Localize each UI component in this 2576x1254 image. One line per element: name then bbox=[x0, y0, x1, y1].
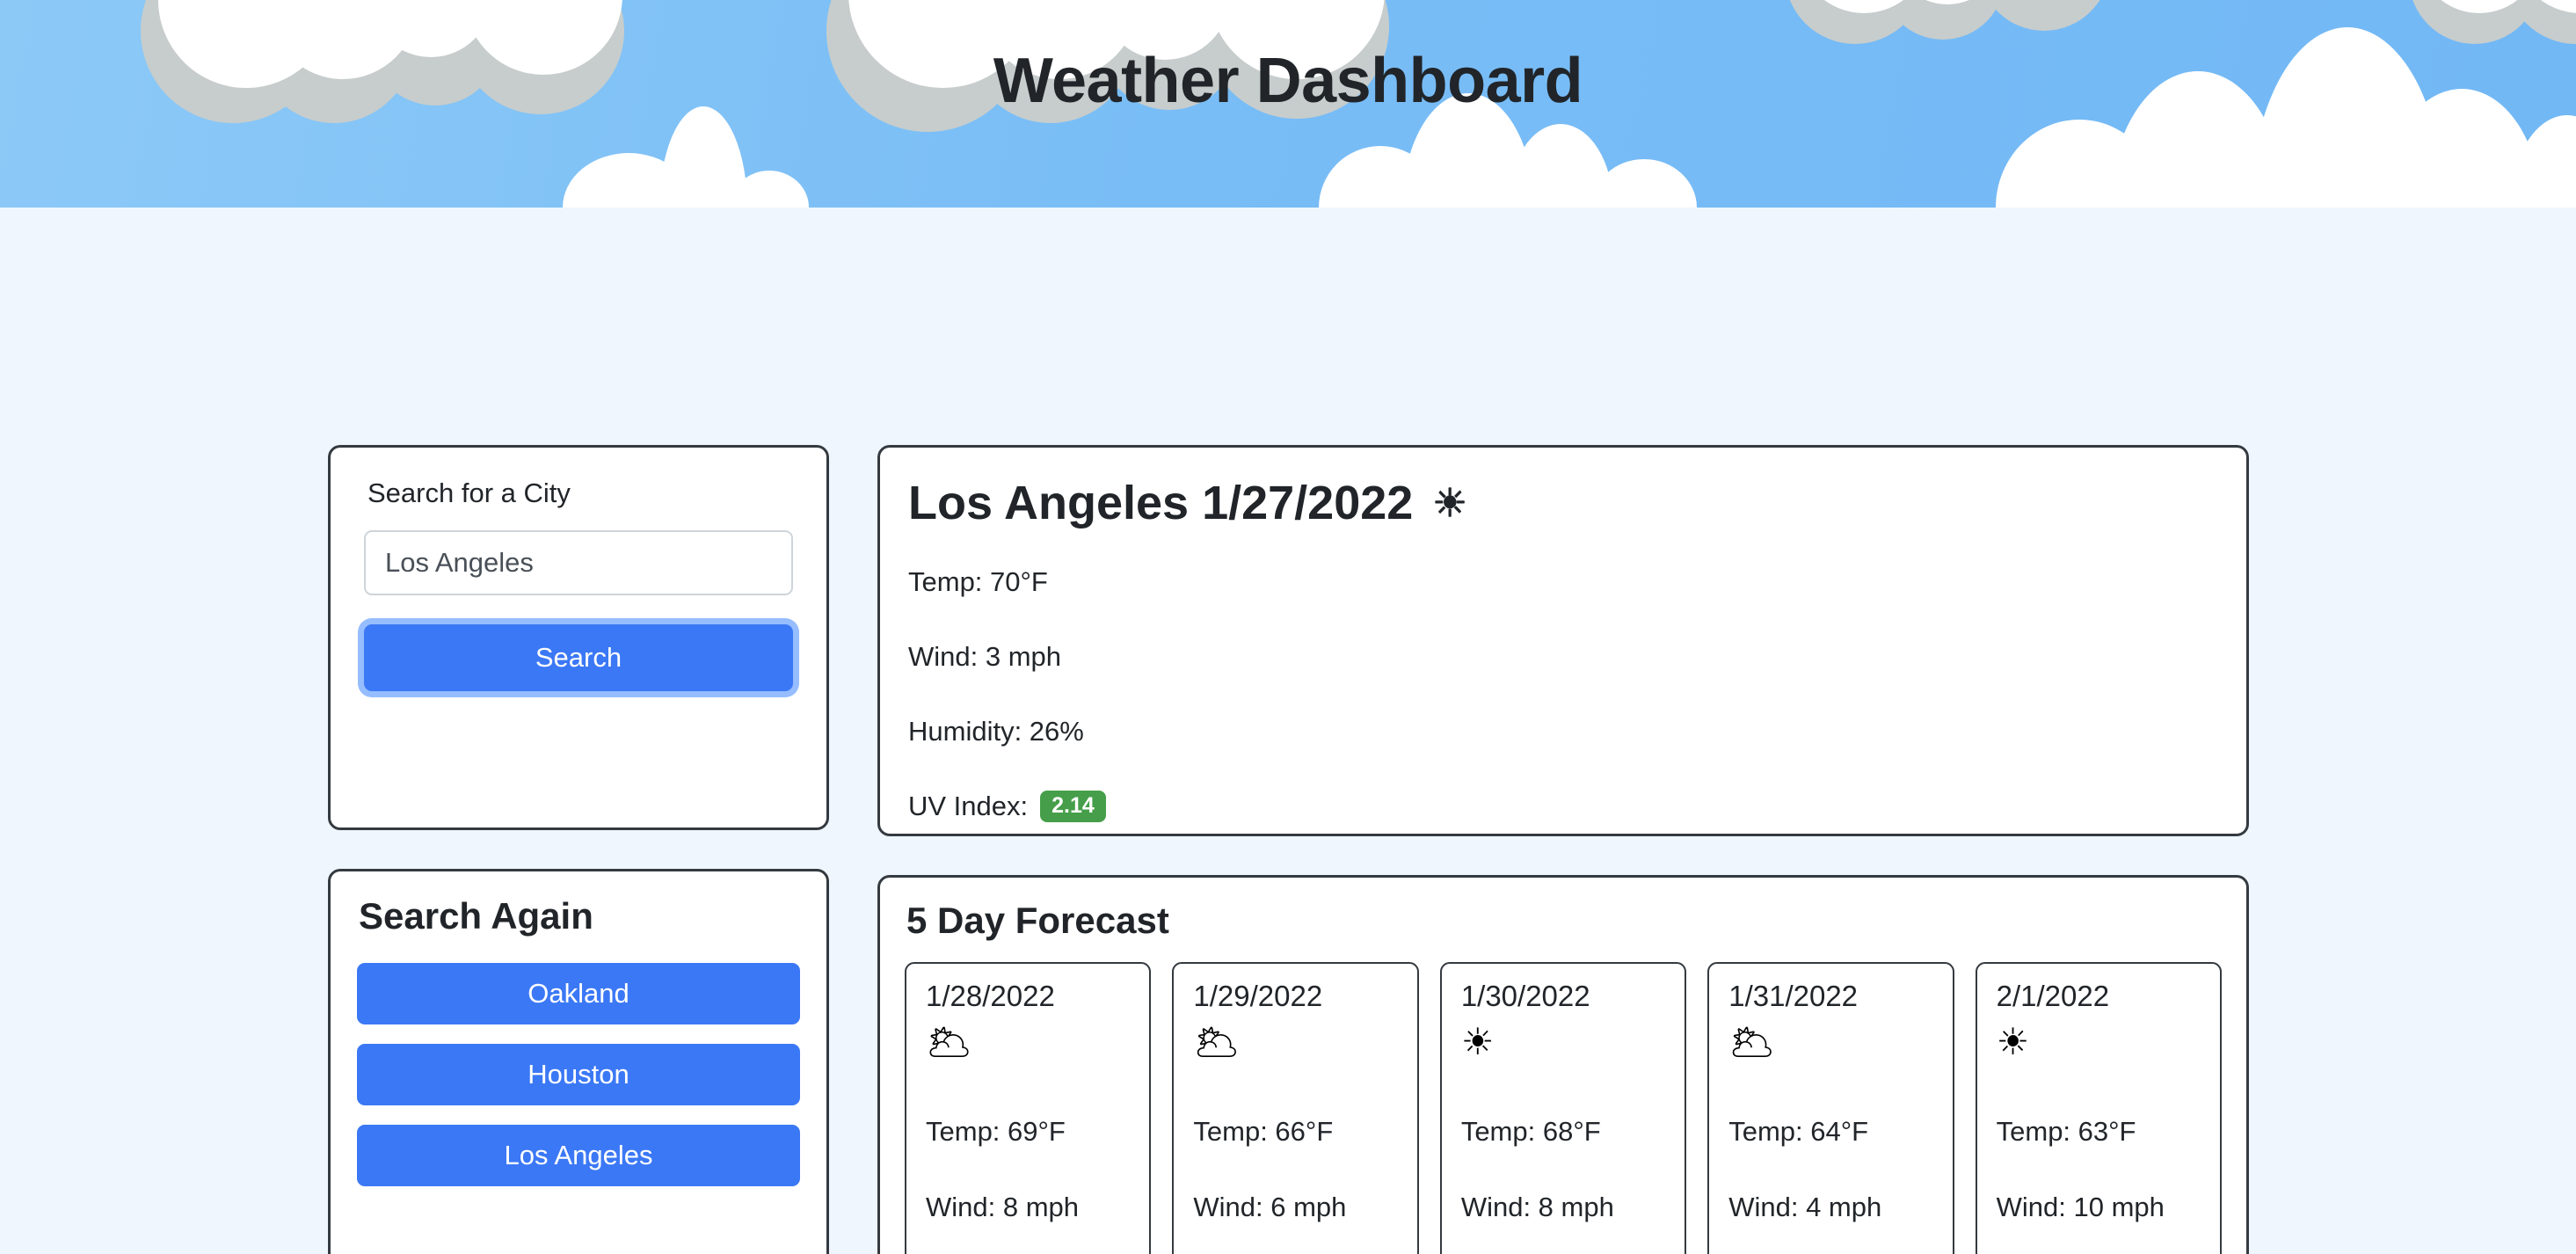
sun-icon: ☀ bbox=[1460, 1021, 1495, 1063]
forecast-temp: Temp: 63°F bbox=[1996, 1116, 2136, 1148]
forecast-wind: Wind: 4 mph bbox=[1728, 1191, 1882, 1222]
forecast-row: 1/28/2022 🌥 Temp: 69°F Wind: 8 mph Humid… bbox=[905, 962, 2223, 1254]
broken-clouds-icon: 🌥 bbox=[1728, 1021, 1776, 1063]
forecast-wind: Wind: 6 mph bbox=[1193, 1191, 1347, 1222]
current-weather-panel: Los Angeles 1/27/2022 ☀ Temp: 70°F Wind:… bbox=[877, 445, 2249, 836]
forecast-day-card: 1/29/2022 🌥 Temp: 66°F Wind: 6 mph Humid… bbox=[1172, 962, 1419, 1254]
forecast-wind: Wind: 10 mph bbox=[1996, 1191, 2165, 1222]
forecast-panel: 5 Day Forecast 1/28/2022 🌥 Temp: 69°F Wi… bbox=[877, 875, 2249, 1254]
cloud-decoration-bottom-4 bbox=[2510, 111, 2576, 208]
current-humidity: Humidity: 26% bbox=[908, 716, 2218, 747]
forecast-date: 1/30/2022 bbox=[1460, 980, 1590, 1013]
search-history-panel: Search Again Oakland Houston Los Angeles bbox=[328, 869, 829, 1254]
search-panel: Search for a City Search bbox=[328, 445, 829, 830]
forecast-temp: Temp: 69°F bbox=[926, 1116, 1066, 1148]
current-temp: Temp: 70°F bbox=[908, 566, 2218, 598]
current-temp-text: Temp: 70°F bbox=[908, 566, 1048, 598]
search-button[interactable]: Search bbox=[364, 624, 793, 691]
current-weather-heading-text: Los Angeles 1/27/2022 bbox=[908, 477, 1414, 529]
broken-clouds-icon: 🌥 bbox=[926, 1021, 973, 1063]
dashboard-grid: Search for a City Search Search Again Oa… bbox=[328, 445, 2249, 1254]
forecast-date: 1/31/2022 bbox=[1728, 980, 1859, 1013]
history-city-button-los-angeles[interactable]: Los Angeles bbox=[357, 1125, 800, 1187]
forecast-date: 1/28/2022 bbox=[926, 980, 1055, 1013]
history-city-button-oakland[interactable]: Oakland bbox=[357, 963, 800, 1025]
forecast-wind: Wind: 8 mph bbox=[926, 1191, 1080, 1222]
forecast-date: 2/1/2022 bbox=[1996, 980, 2110, 1013]
current-uv-index: UV Index: 2.14 bbox=[908, 791, 2218, 823]
search-label: Search for a City bbox=[367, 478, 571, 508]
forecast-temp: Temp: 66°F bbox=[1193, 1116, 1334, 1148]
current-humidity-text: Humidity: 26% bbox=[908, 716, 1084, 747]
forecast-day-card: 1/28/2022 🌥 Temp: 69°F Wind: 8 mph Humid… bbox=[905, 962, 1152, 1254]
forecast-day-card: 2/1/2022 ☀ Temp: 63°F Wind: 10 mph Humid… bbox=[1975, 962, 2223, 1254]
sun-icon: ☀ bbox=[1432, 481, 1467, 525]
page-banner: Weather Dashboard bbox=[0, 0, 2576, 208]
right-column: Los Angeles 1/27/2022 ☀ Temp: 70°F Wind:… bbox=[877, 445, 2249, 1254]
uv-index-badge: 2.14 bbox=[1040, 791, 1106, 823]
forecast-title: 5 Day Forecast bbox=[906, 900, 1169, 941]
current-uv-label: UV Index: bbox=[908, 791, 1029, 822]
broken-clouds-icon: 🌥 bbox=[1193, 1021, 1241, 1063]
sun-icon: ☀ bbox=[1996, 1021, 2030, 1063]
forecast-temp: Temp: 68°F bbox=[1460, 1116, 1601, 1148]
left-column: Search for a City Search Search Again Oa… bbox=[328, 445, 829, 1254]
current-wind-text: Wind: 3 mph bbox=[908, 641, 1062, 673]
current-weather-heading: Los Angeles 1/27/2022 ☀ bbox=[908, 477, 2218, 529]
search-history-title: Search Again bbox=[359, 895, 593, 937]
forecast-day-card: 1/30/2022 ☀ Temp: 68°F Wind: 8 mph Humid… bbox=[1439, 962, 1687, 1254]
current-wind: Wind: 3 mph bbox=[908, 641, 2218, 673]
cloud-decoration-bottom-1 bbox=[563, 102, 826, 208]
forecast-date: 1/29/2022 bbox=[1193, 980, 1323, 1013]
forecast-wind: Wind: 8 mph bbox=[1460, 1191, 1614, 1222]
search-input[interactable] bbox=[364, 530, 793, 595]
page-title: Weather Dashboard bbox=[993, 46, 1583, 116]
forecast-temp: Temp: 64°F bbox=[1728, 1116, 1869, 1148]
history-city-button-houston[interactable]: Houston bbox=[357, 1044, 800, 1106]
forecast-day-card: 1/31/2022 🌥 Temp: 64°F Wind: 4 mph Humid… bbox=[1707, 962, 1954, 1254]
